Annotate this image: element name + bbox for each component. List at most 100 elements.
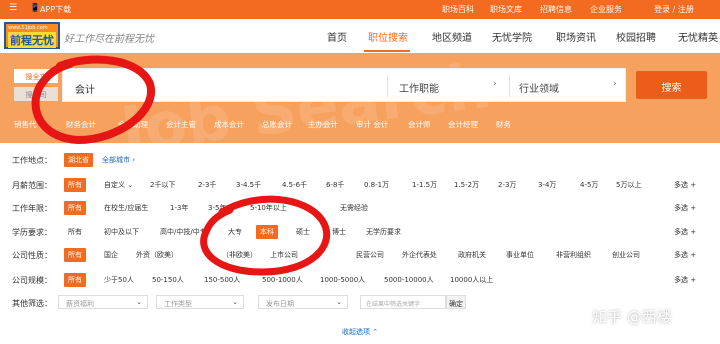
login-register-link[interactable]: 登录 / 注册: [654, 4, 694, 15]
company-size-option[interactable]: 少于50人: [104, 275, 134, 285]
company-size-option[interactable]: 1000-5000人: [320, 275, 365, 285]
company-type-option[interactable]: 非营利组织: [556, 250, 591, 260]
result-keyword-input[interactable]: 在结果中筛选关键字: [360, 295, 446, 309]
hot-word[interactable]: 财务: [496, 119, 511, 130]
hot-word[interactable]: 会计经理: [448, 119, 478, 130]
company-type-option[interactable]: 上市公司: [270, 250, 298, 260]
salary-option[interactable]: 所有: [64, 178, 86, 192]
experience-option[interactable]: 所有: [64, 201, 86, 215]
chevron-right-icon: ›: [493, 79, 497, 89]
company-size-option[interactable]: 10000人以上: [450, 275, 493, 285]
company-size-option[interactable]: 50-150人: [152, 275, 184, 285]
salary-option[interactable]: 自定义 ⌄: [104, 180, 133, 190]
filter-label-company-type: 公司性质：: [12, 251, 52, 260]
multi-select-button[interactable]: 多选 +: [674, 275, 696, 285]
company-type-option[interactable]: 创业公司: [612, 250, 640, 260]
education-option[interactable]: 硕士: [296, 227, 310, 237]
education-option[interactable]: 所有: [68, 227, 82, 237]
salary-option[interactable]: 0.8-1万: [364, 180, 389, 190]
nav-news[interactable]: 职场资讯: [556, 29, 596, 44]
top-bar: ☰ 📱 APP下载 职场百科 职场文库 招聘信息 企业服务 登录 / 注册: [0, 0, 720, 19]
welfare-select[interactable]: 薪资福利 ⌄: [58, 295, 148, 309]
multi-select-button[interactable]: 多选 +: [674, 250, 696, 260]
education-option-selected[interactable]: 本科: [256, 225, 278, 239]
salary-option[interactable]: 5万以上: [616, 180, 641, 190]
experience-option[interactable]: 1-3年: [170, 203, 188, 213]
topbar-link-wiki[interactable]: 职场百科: [442, 4, 474, 15]
salary-option[interactable]: 3-4.5千: [236, 180, 261, 190]
site-header: www.51job.com 前程无忧 好工作尽在前程无忧 首页 职位搜索 地区频…: [0, 19, 720, 53]
all-cities-link[interactable]: 全部城市 ›: [102, 155, 135, 165]
search-button[interactable]: 搜索: [636, 71, 707, 99]
education-option[interactable]: 初中及以下: [104, 227, 139, 237]
nav-home[interactable]: 首页: [327, 29, 347, 44]
nav-campus[interactable]: 校园招聘: [616, 29, 656, 44]
hot-word[interactable]: 审计 会计: [356, 119, 388, 130]
multi-select-button[interactable]: 多选 +: [674, 203, 696, 213]
result-keyword-placeholder: 在结果中筛选关键字: [366, 301, 421, 308]
salary-option[interactable]: 2千以下: [150, 180, 175, 190]
nav-elite[interactable]: 无忧精英: [678, 29, 718, 44]
tab-company[interactable]: 搜公司: [14, 87, 58, 101]
company-size-option[interactable]: 5000-10000人: [384, 275, 434, 285]
topbar-link-jobs[interactable]: 招聘信息: [540, 4, 572, 15]
company-type-option[interactable]: 外企代表处: [402, 250, 437, 260]
experience-option[interactable]: 5-10年以上: [250, 203, 287, 213]
hot-word[interactable]: 销售代: [14, 119, 37, 130]
topbar-link-enterprise[interactable]: 企业服务: [590, 4, 622, 15]
app-download-link[interactable]: APP下载: [40, 4, 71, 15]
collapse-options-link[interactable]: 收起选项 ⌃: [342, 327, 378, 337]
nav-region[interactable]: 地区频道: [432, 29, 472, 44]
company-type-option[interactable]: 政府机关: [458, 250, 486, 260]
hot-word[interactable]: 成本会计: [214, 119, 244, 130]
salary-option[interactable]: 1.5-2万: [454, 180, 479, 190]
company-size-option[interactable]: 150-500人: [204, 275, 240, 285]
menu-icon[interactable]: ☰: [9, 3, 17, 13]
job-type-select[interactable]: 工作类型 ⌄: [156, 295, 244, 309]
company-size-option[interactable]: 500-1000人: [262, 275, 303, 285]
location-option[interactable]: 湖北省: [64, 153, 93, 167]
company-type-option[interactable]: 民营公司: [356, 250, 384, 260]
salary-option[interactable]: 2-3万: [498, 180, 516, 190]
company-type-option[interactable]: 所有: [64, 248, 86, 262]
multi-select-button[interactable]: 多选 +: [674, 227, 696, 237]
topbar-link-library[interactable]: 职场文库: [490, 4, 522, 15]
nav-job-search[interactable]: 职位搜索: [368, 29, 408, 44]
logo-name: 前程无忧: [8, 32, 56, 48]
industry-select[interactable]: 行业领域: [519, 80, 559, 95]
company-size-option[interactable]: 所有: [64, 273, 86, 287]
site-logo[interactable]: www.51job.com 前程无忧: [4, 22, 60, 49]
tab-fulltext[interactable]: 搜全文: [14, 69, 58, 83]
chevron-right-icon: ›: [613, 79, 617, 89]
job-function-select[interactable]: 工作职能: [399, 80, 439, 95]
company-type-option[interactable]: 外资（欧美）: [136, 250, 178, 260]
company-type-option[interactable]: （非欧美）: [222, 250, 257, 260]
salary-option[interactable]: 4.5-6千: [282, 180, 307, 190]
education-option[interactable]: 高中/中技/中专: [160, 227, 207, 237]
welfare-select-label: 薪资福利: [66, 300, 94, 308]
experience-option[interactable]: 在校生/应届生: [104, 203, 148, 213]
hot-word[interactable]: 财务会计: [66, 119, 96, 130]
salary-option[interactable]: 4-5万: [580, 180, 598, 190]
company-type-option[interactable]: 事业单位: [506, 250, 534, 260]
multi-select-button[interactable]: 多选 +: [674, 180, 696, 190]
confirm-button[interactable]: 确定: [446, 295, 466, 309]
salary-option[interactable]: 1-1.5万: [412, 180, 437, 190]
keyword-input[interactable]: 会计: [75, 81, 95, 96]
post-date-select[interactable]: 发布日期 ⌄: [258, 295, 348, 309]
company-type-option[interactable]: 国企: [104, 250, 118, 260]
salary-option[interactable]: 2-3千: [198, 180, 216, 190]
hot-word[interactable]: 会计主管: [166, 119, 196, 130]
experience-option[interactable]: 无需经验: [340, 203, 368, 213]
nav-academy[interactable]: 无忧学院: [492, 29, 532, 44]
hot-word[interactable]: 会计助理: [118, 119, 148, 130]
salary-option[interactable]: 6-8千: [326, 180, 344, 190]
education-option[interactable]: 大专: [228, 227, 242, 237]
hot-word[interactable]: 会计师: [408, 119, 431, 130]
education-option[interactable]: 无学历要求: [366, 227, 401, 237]
hot-word[interactable]: 总账会计: [262, 119, 292, 130]
salary-option[interactable]: 3-4万: [538, 180, 556, 190]
hot-word[interactable]: 主办会计: [308, 119, 338, 130]
experience-option[interactable]: 3-5年: [208, 203, 226, 213]
education-option[interactable]: 博士: [332, 227, 346, 237]
